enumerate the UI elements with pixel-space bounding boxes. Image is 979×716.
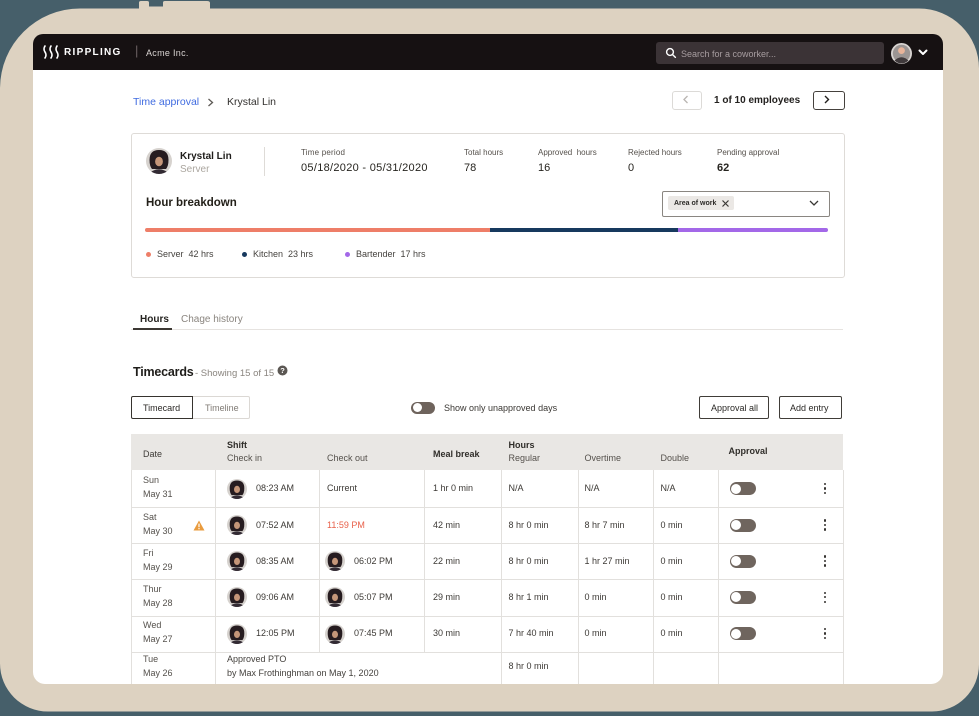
svg-text:?: ? xyxy=(280,366,285,375)
